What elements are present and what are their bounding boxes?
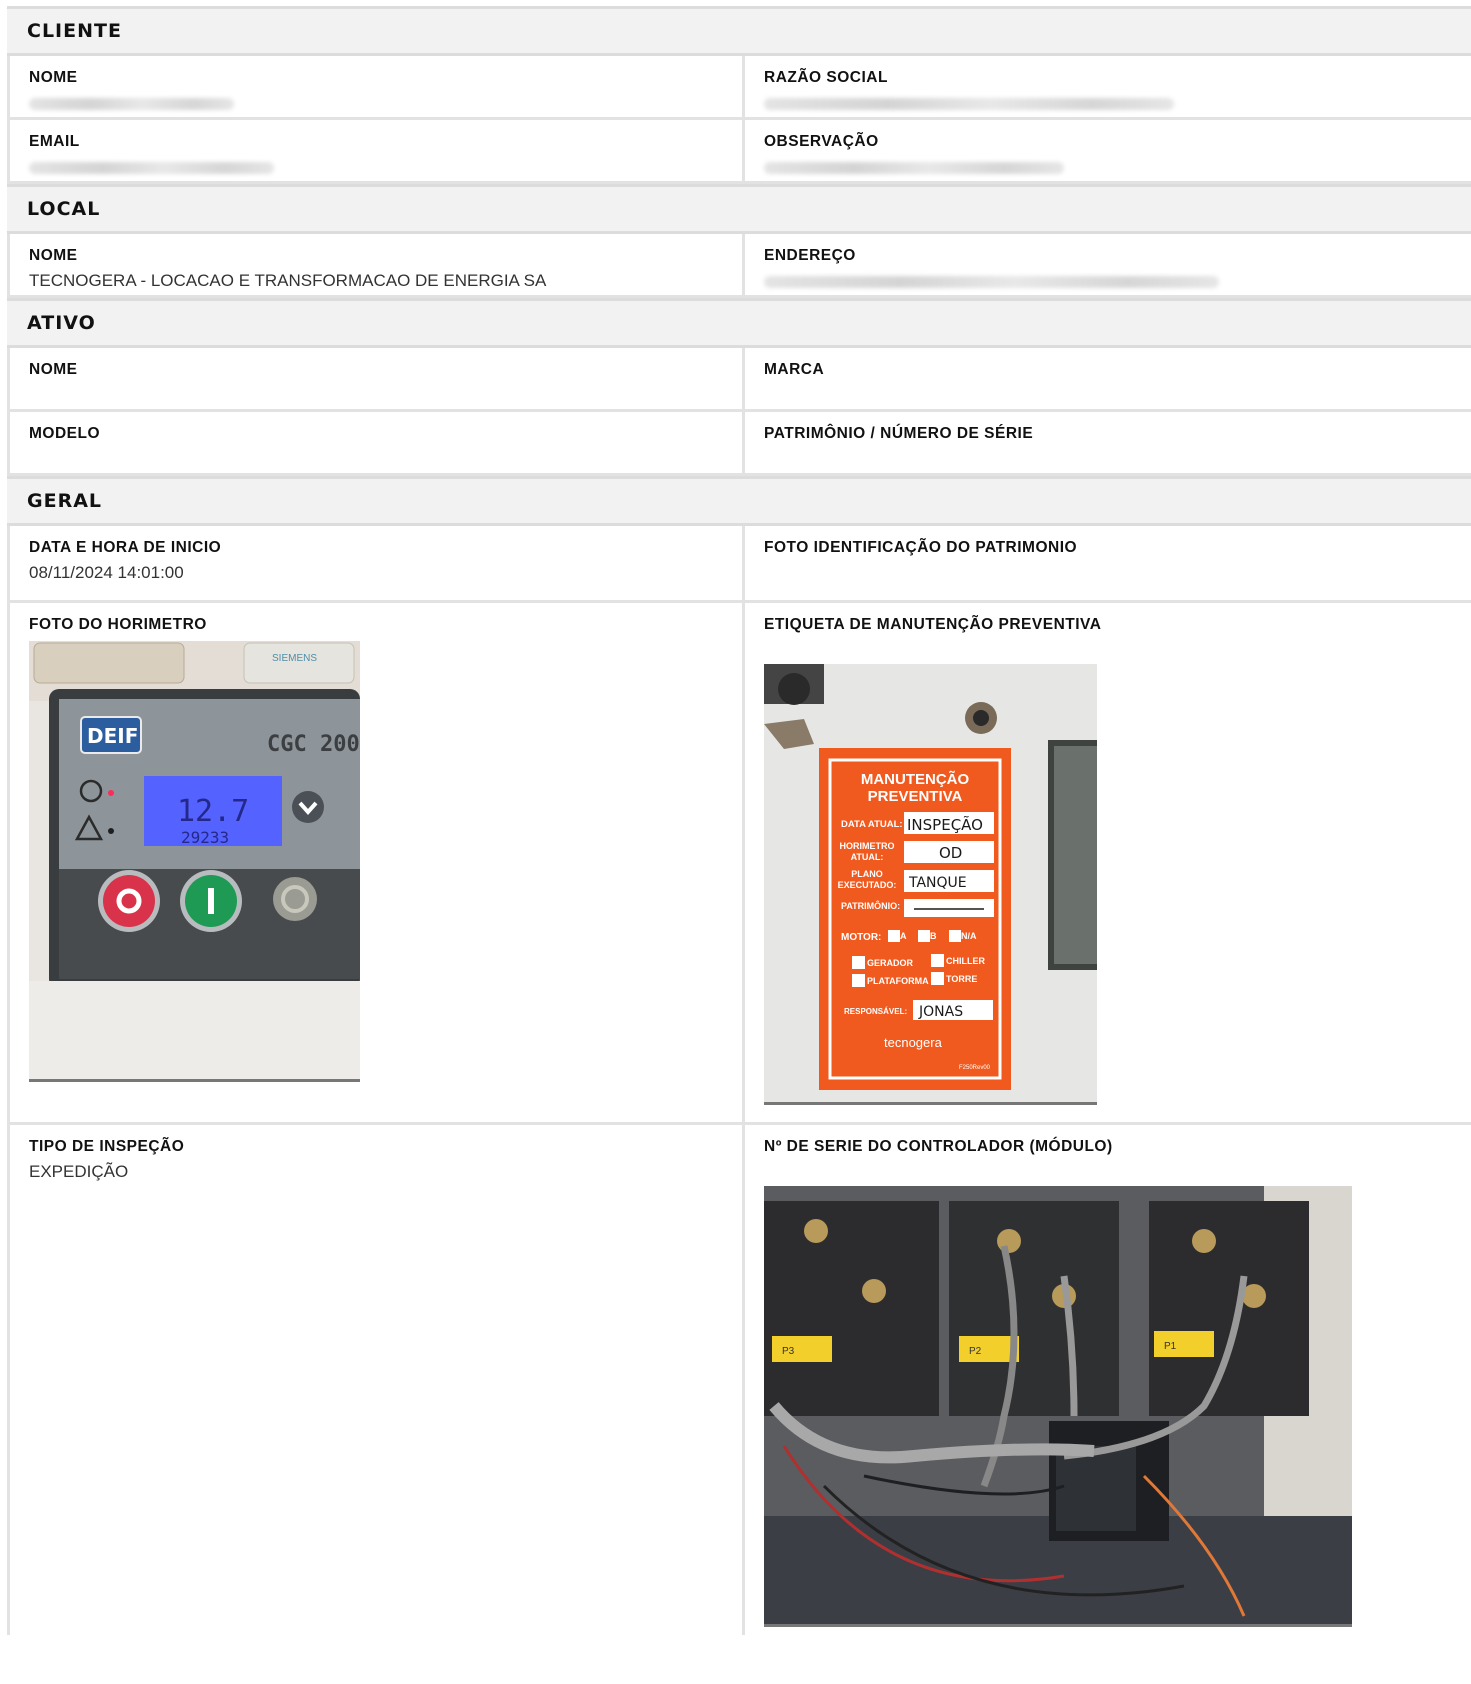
tag-horimetro-2: ATUAL: — [851, 852, 884, 862]
field-label: ETIQUETA DE MANUTENÇÃO PREVENTIVA — [764, 616, 1102, 633]
geral-data-field: DATA E HORA DE INICIO 08/11/2024 14:01:0… — [10, 526, 745, 600]
geral-row-3: TIPO DE INSPEÇÃO EXPEDIÇÃO Nº DE SERIE D… — [7, 1125, 1471, 1635]
ativo-marca-field: MARCA — [745, 348, 1471, 409]
section-geral-header: GERAL — [7, 476, 1471, 526]
ativo-patrimonio-field: PATRIMÔNIO / NÚMERO DE SÉRIE — [745, 412, 1471, 473]
field-label: MARCA — [764, 361, 825, 378]
modulo-photo: P3 P2 P1 — [764, 1186, 1352, 1627]
geral-tipo-field: TIPO DE INSPEÇÃO EXPEDIÇÃO — [10, 1125, 745, 1635]
section-ativo-header: ATIVO — [7, 298, 1471, 348]
field-label: OBSERVAÇÃO — [764, 133, 879, 150]
field-label: TIPO DE INSPEÇÃO — [29, 1138, 185, 1155]
tag-data-atual: DATA ATUAL: — [841, 819, 903, 830]
field-label: Nº DE SERIE DO CONTROLADOR (MÓDULO) — [764, 1138, 1113, 1155]
stop-button-icon — [103, 875, 155, 927]
redacted-value — [764, 162, 1064, 174]
cliente-obs-field: OBSERVAÇÃO — [745, 120, 1471, 181]
tag-code: F250Rev00 — [959, 1065, 991, 1071]
tag-patrimonio: PATRIMÔNIO: — [841, 900, 900, 911]
field-label: EMAIL — [29, 133, 80, 150]
local-row-1: NOME TECNOGERA - LOCACAO E TRANSFORMACAO… — [7, 234, 1471, 298]
redacted-value — [764, 276, 1219, 288]
tecnogera-logo: tecnogera — [884, 1035, 943, 1050]
ativo-row-2: MODELO PATRIMÔNIO / NÚMERO DE SÉRIE — [7, 412, 1471, 476]
svg-text:P3: P3 — [782, 1346, 795, 1357]
field-label: FOTO DO HORIMETRO — [29, 616, 207, 633]
power-led — [108, 790, 114, 796]
section-title: CLIENTE — [27, 20, 122, 42]
geral-horimetro-field: FOTO DO HORIMETRO SIEMENS DEIF CGC 200 1… — [10, 603, 745, 1122]
redacted-value — [764, 98, 1174, 110]
field-value: 08/11/2024 14:01:00 — [29, 563, 184, 582]
handwriting-horimetro: OD — [939, 844, 962, 862]
tag-opt-a: A — [900, 931, 907, 941]
ativo-modelo-field: MODELO — [10, 412, 745, 473]
handwriting-data: INSPEÇÃO — [907, 815, 983, 834]
field-label: NOME — [29, 361, 78, 378]
field-label: NOME — [29, 247, 78, 264]
cliente-email-field: EMAIL — [10, 120, 745, 181]
local-nome-field: NOME TECNOGERA - LOCACAO E TRANSFORMACAO… — [10, 234, 745, 295]
deif-logo: DEIF — [87, 724, 138, 748]
horn-button-icon — [273, 877, 317, 921]
section-title: ATIVO — [27, 312, 96, 334]
tag-responsavel: RESPONSÁVEL: — [844, 1007, 907, 1016]
tag-torre: TORRE — [946, 974, 977, 984]
tag-opt-na: N/A — [961, 931, 977, 941]
panel-top-label: SIEMENS — [272, 653, 317, 664]
chevron-down-icon — [292, 791, 324, 823]
field-value: EXPEDIÇÃO — [29, 1162, 129, 1181]
tag-plano-1: PLANO — [851, 869, 883, 879]
svg-text:P2: P2 — [969, 1346, 982, 1357]
section-title: LOCAL — [27, 198, 101, 220]
tag-motor: MOTOR: — [841, 932, 881, 943]
handwriting-plano: TANQUE — [908, 875, 967, 891]
local-endereco-field: ENDEREÇO — [745, 234, 1471, 295]
field-label: MODELO — [29, 425, 101, 442]
svg-text:P1: P1 — [1164, 1341, 1177, 1352]
tag-gerador: GERADOR — [867, 958, 914, 968]
cliente-row-2: EMAIL OBSERVAÇÃO — [7, 120, 1471, 184]
redacted-value — [29, 162, 274, 174]
tag-title-2: PREVENTIVA — [868, 788, 963, 805]
horimetro-photo: SIEMENS DEIF CGC 200 12.7 29233 — [29, 641, 360, 1082]
field-label: NOME — [29, 69, 78, 86]
tag-p1 — [1154, 1331, 1214, 1357]
tag-chiller: CHILLER — [946, 956, 985, 966]
field-label: PATRIMÔNIO / NÚMERO DE SÉRIE — [764, 425, 1034, 442]
display-sub: 29233 — [181, 828, 229, 847]
geral-etiqueta-field: ETIQUETA DE MANUTENÇÃO PREVENTIVA MANUTE… — [745, 603, 1471, 1122]
tag-p3 — [772, 1336, 832, 1362]
geral-foto-id-field: FOTO IDENTIFICAÇÃO DO PATRIMONIO — [745, 526, 1471, 600]
section-local-header: LOCAL — [7, 184, 1471, 234]
tag-opt-b: B — [930, 931, 937, 941]
tag-plano-2: EXECUTADO: — [838, 880, 897, 890]
controller-model: CGC 200 — [267, 732, 360, 757]
geral-row-2: FOTO DO HORIMETRO SIEMENS DEIF CGC 200 1… — [7, 603, 1471, 1125]
geral-row-1: DATA E HORA DE INICIO 08/11/2024 14:01:0… — [7, 526, 1471, 603]
tag-horimetro-1: HORIMETRO — [840, 841, 895, 851]
redacted-value — [29, 98, 234, 110]
section-cliente-header: CLIENTE — [7, 6, 1471, 56]
field-label: ENDEREÇO — [764, 247, 856, 264]
cliente-razao-field: RAZÃO SOCIAL — [745, 56, 1471, 117]
field-value: TECNOGERA - LOCACAO E TRANSFORMACAO DE E… — [29, 271, 547, 290]
geral-serie-field: Nº DE SERIE DO CONTROLADOR (MÓDULO) P3 P… — [745, 1125, 1471, 1635]
field-label: RAZÃO SOCIAL — [764, 69, 888, 86]
etiqueta-photo: MANUTENÇÃO PREVENTIVA DATA ATUAL: HORIME… — [764, 664, 1097, 1105]
tag-title-1: MANUTENÇÃO — [861, 770, 970, 788]
section-title: GERAL — [27, 490, 103, 512]
display-main: 12.7 — [177, 794, 249, 829]
cliente-nome-field: NOME — [10, 56, 745, 117]
handwriting-responsavel: JONAS — [918, 1004, 963, 1020]
field-label: DATA E HORA DE INICIO — [29, 539, 222, 556]
inspection-report: CLIENTE NOME RAZÃO SOCIAL EMAIL OBSERVAÇ… — [7, 6, 1471, 1635]
cliente-row-1: NOME RAZÃO SOCIAL — [7, 56, 1471, 120]
ativo-row-1: NOME MARCA — [7, 348, 1471, 412]
field-label: FOTO IDENTIFICAÇÃO DO PATRIMONIO — [764, 539, 1078, 556]
tag-plataforma: PLATAFORMA — [867, 976, 929, 986]
ativo-nome-field: NOME — [10, 348, 745, 409]
